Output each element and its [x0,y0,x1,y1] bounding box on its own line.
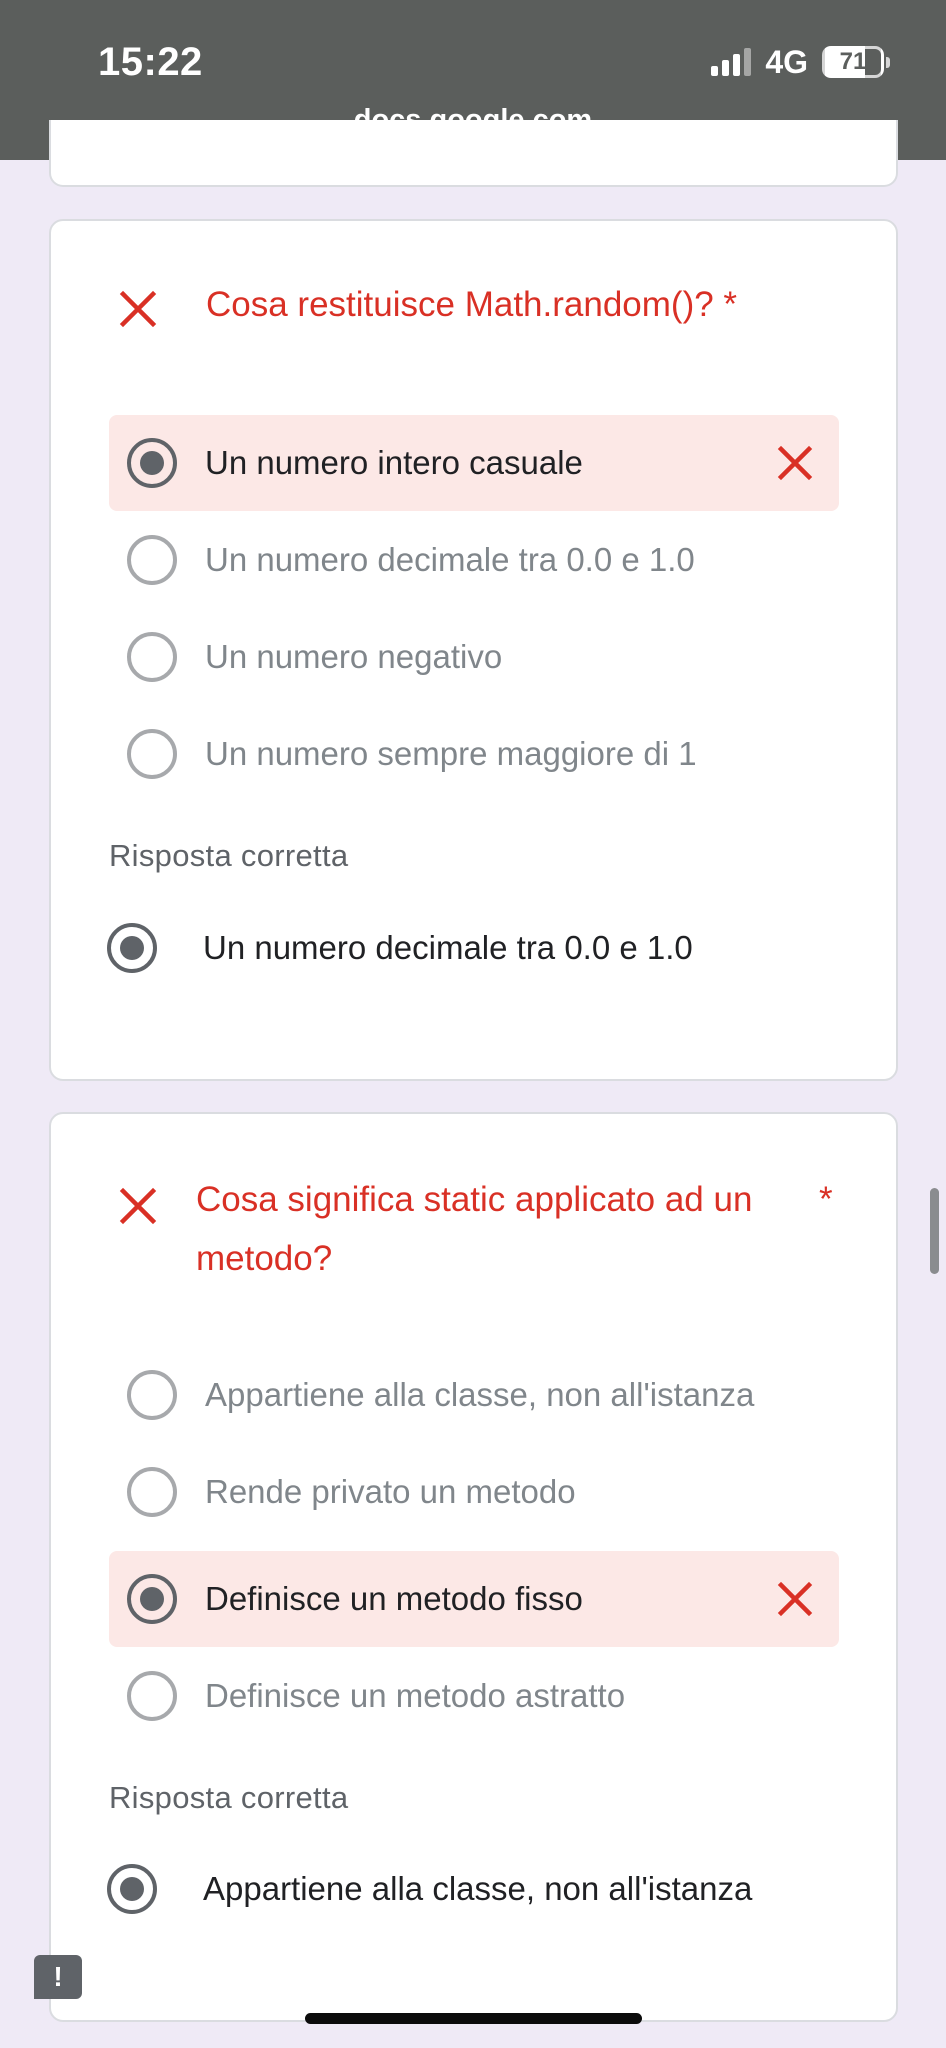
close-icon [119,290,157,328]
previous-question-card [49,120,898,187]
network-type: 4G [765,43,808,80]
radio-button-selected[interactable] [127,1574,177,1624]
radio-button-selected[interactable] [127,438,177,488]
correct-answer-label: Un numero decimale tra 0.0 e 1.0 [203,929,693,966]
option-label: Definisce un metodo fisso [205,1580,583,1617]
home-indicator[interactable] [305,2013,642,2024]
radio-button[interactable] [127,1467,177,1517]
status-time: 15:22 [98,40,203,84]
option-label: Definisce un metodo astratto [205,1677,626,1714]
question-card: Cosa restituisce Math.random()? * Un num… [49,219,898,1081]
answer-option[interactable]: Appartiene alla classe, non all'istanza [109,1347,839,1443]
close-icon [119,1187,157,1225]
battery-icon: 71 [822,46,890,78]
radio-button[interactable] [127,729,177,779]
status-indicators: 4G 71 [711,43,890,80]
radio-button-correct [107,1864,157,1914]
close-icon [777,445,813,481]
correct-answer: Appartiene alla classe, non all'istanza [107,1854,847,1924]
option-label: Un numero intero casuale [205,444,583,481]
radio-button[interactable] [127,1370,177,1420]
answer-option[interactable]: Un numero sempre maggiore di 1 [109,706,839,802]
answer-option[interactable]: Definisce un metodo astratto [109,1648,839,1744]
radio-button[interactable] [127,1671,177,1721]
answer-option[interactable]: Un numero decimale tra 0.0 e 1.0 [109,512,839,608]
question-title: Cosa restituisce Math.random()? * [206,285,738,324]
answer-option[interactable]: Rende privato un metodo [109,1444,839,1540]
answer-option[interactable]: Definisce un metodo fisso [109,1551,839,1647]
radio-button-correct [107,923,157,973]
correct-answer-label: Appartiene alla classe, non all'istanza [203,1870,753,1907]
option-label: Appartiene alla classe, non all'istanza [205,1376,755,1413]
correct-answer-heading: Risposta corretta [109,1780,349,1815]
option-label: Un numero negativo [205,638,503,675]
cellular-signal-icon [711,48,752,76]
radio-button[interactable] [127,535,177,585]
question-title: Cosa significa static applicato ad un me… [196,1180,753,1278]
required-mark: * [819,1180,833,1219]
close-icon [777,1581,813,1617]
option-label: Un numero decimale tra 0.0 e 1.0 [205,541,695,578]
battery-level: 71 [839,48,867,75]
option-label: Rende privato un metodo [205,1473,576,1510]
scrollbar-thumb[interactable] [930,1188,939,1274]
radio-button[interactable] [127,632,177,682]
answer-option[interactable]: Un numero intero casuale [109,415,839,511]
correct-answer-heading: Risposta corretta [109,838,349,873]
option-label: Un numero sempre maggiore di 1 [205,735,697,772]
correct-answer: Un numero decimale tra 0.0 e 1.0 [107,913,847,983]
question-card: Cosa significa static applicato ad un me… [49,1112,898,2022]
feedback-button[interactable]: ! [34,1955,82,1999]
answer-option[interactable]: Un numero negativo [109,609,839,705]
